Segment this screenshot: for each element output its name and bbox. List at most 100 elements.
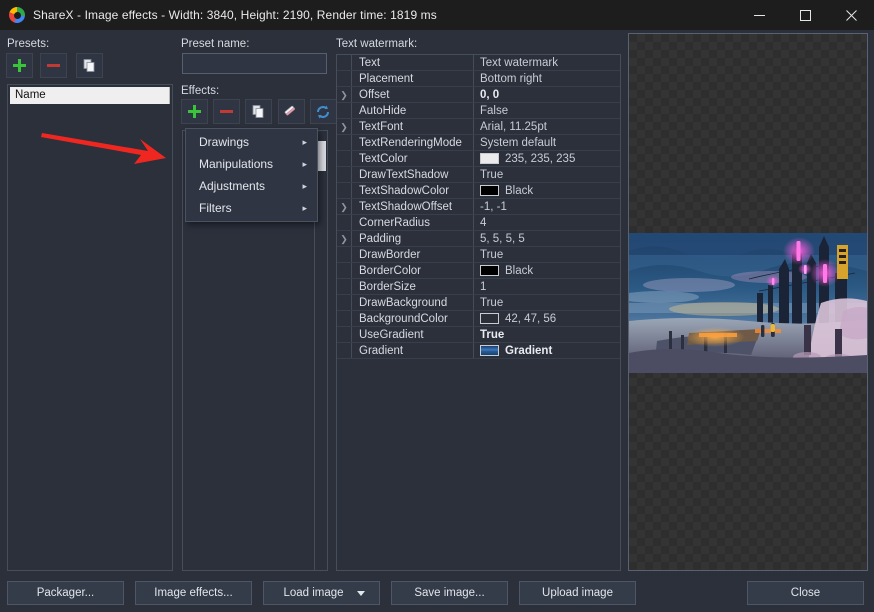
presets-label: Presets: (7, 38, 49, 50)
image-effects-button[interactable]: Image effects... (135, 581, 252, 605)
property-value: True (480, 295, 503, 310)
maximize-button[interactable] (782, 0, 828, 30)
property-row[interactable]: TextColor235, 235, 235 (337, 151, 620, 167)
effects-label: Effects: (181, 85, 219, 97)
presets-column-header-name[interactable]: Name (10, 87, 170, 104)
property-value-cell[interactable]: Bottom right (474, 71, 620, 86)
property-row[interactable]: ❯TextShadowOffset-1, -1 (337, 199, 620, 215)
property-row[interactable]: DrawBorderTrue (337, 247, 620, 263)
close-button-label: Close (791, 587, 820, 599)
property-value: 5, 5, 5, 5 (480, 231, 525, 246)
property-row[interactable]: CornerRadius4 (337, 215, 620, 231)
property-name: UseGradient (351, 327, 474, 342)
property-value-cell[interactable]: 1 (474, 279, 620, 294)
property-row[interactable]: UseGradientTrue (337, 327, 620, 343)
property-value: 42, 47, 56 (505, 311, 556, 326)
expand-chevron-icon[interactable]: ❯ (337, 119, 351, 134)
duplicate-effect-button[interactable] (245, 99, 272, 124)
menu-item-filters[interactable]: Filters ▸ (186, 197, 317, 219)
property-row[interactable]: ❯Padding5, 5, 5, 5 (337, 231, 620, 247)
color-swatch-icon[interactable] (480, 153, 499, 164)
property-row[interactable]: BorderSize1 (337, 279, 620, 295)
property-name: DrawBackground (351, 295, 474, 310)
chevron-down-icon[interactable] (357, 591, 365, 596)
property-grid[interactable]: TextText watermarkPlacementBottom right❯… (336, 54, 621, 571)
property-row[interactable]: PlacementBottom right (337, 71, 620, 87)
eraser-icon-button[interactable] (278, 99, 305, 124)
property-value: True (480, 247, 503, 262)
property-value-cell[interactable]: Black (474, 263, 620, 278)
property-value-cell[interactable]: True (474, 327, 620, 342)
color-swatch-icon[interactable] (480, 313, 499, 324)
minimize-button[interactable] (736, 0, 782, 30)
property-name: TextShadowOffset (351, 199, 474, 214)
add-effect-button[interactable] (181, 99, 208, 124)
remove-preset-button[interactable] (40, 53, 67, 78)
menu-item-drawings-label: Drawings (199, 131, 249, 153)
property-value-cell[interactable]: True (474, 247, 620, 262)
expand-chevron-icon[interactable]: ❯ (337, 199, 351, 214)
property-row[interactable]: TextText watermark (337, 55, 620, 71)
effects-toolbar (181, 99, 337, 124)
row-indent (337, 343, 351, 358)
save-image-button-label: Save image... (414, 587, 484, 599)
row-indent (337, 263, 351, 278)
property-value-cell[interactable]: 4 (474, 215, 620, 230)
color-swatch-icon[interactable] (480, 345, 499, 356)
property-row[interactable]: DrawTextShadowTrue (337, 167, 620, 183)
packager-button[interactable]: Packager... (7, 581, 124, 605)
property-value: True (480, 167, 503, 182)
menu-item-manipulations[interactable]: Manipulations ▸ (186, 153, 317, 175)
expand-chevron-icon[interactable]: ❯ (337, 231, 351, 246)
property-row[interactable]: ❯TextFontArial, 11.25pt (337, 119, 620, 135)
load-image-button[interactable]: Load image (263, 581, 380, 605)
property-value-cell[interactable]: False (474, 103, 620, 118)
property-value-cell[interactable]: Black (474, 183, 620, 198)
property-row[interactable]: BorderColorBlack (337, 263, 620, 279)
color-swatch-icon[interactable] (480, 185, 499, 196)
property-name: Text (351, 55, 474, 70)
row-indent (337, 183, 351, 198)
row-indent (337, 71, 351, 86)
color-swatch-icon[interactable] (480, 265, 499, 276)
refresh-effects-button[interactable] (310, 99, 337, 124)
property-value-cell[interactable]: Arial, 11.25pt (474, 119, 620, 134)
save-image-button[interactable]: Save image... (391, 581, 508, 605)
effects-context-menu[interactable]: Drawings ▸ Manipulations ▸ Adjustments ▸… (185, 128, 318, 222)
property-row[interactable]: AutoHideFalse (337, 103, 620, 119)
presets-listbox[interactable]: Name (7, 84, 173, 571)
preset-name-input[interactable] (182, 53, 327, 74)
property-value-cell[interactable]: 5, 5, 5, 5 (474, 231, 620, 246)
expand-chevron-icon[interactable]: ❯ (337, 87, 351, 102)
row-indent (337, 135, 351, 150)
upload-image-button[interactable]: Upload image (519, 581, 636, 605)
property-row[interactable]: TextShadowColorBlack (337, 183, 620, 199)
property-value-cell[interactable]: True (474, 295, 620, 310)
close-icon-button[interactable] (828, 0, 874, 30)
property-value-cell[interactable]: 0, 0 (474, 87, 620, 102)
property-row[interactable]: BackgroundColor42, 47, 56 (337, 311, 620, 327)
property-row[interactable]: DrawBackground True (337, 295, 620, 311)
duplicate-preset-button[interactable] (76, 53, 103, 78)
property-value-cell[interactable]: Gradient (474, 343, 620, 358)
menu-item-adjustments[interactable]: Adjustments ▸ (186, 175, 317, 197)
property-value-cell[interactable]: 42, 47, 56 (474, 311, 620, 326)
property-value-cell[interactable]: System default (474, 135, 620, 150)
property-name: Gradient (351, 343, 474, 358)
property-row[interactable]: Gradient Gradient (337, 343, 620, 359)
property-value-cell[interactable]: 235, 235, 235 (474, 151, 620, 166)
add-preset-button[interactable] (6, 53, 33, 78)
row-indent (337, 167, 351, 182)
remove-effect-button[interactable] (213, 99, 240, 124)
property-value-cell[interactable]: Text watermark (474, 55, 620, 70)
property-value: False (480, 103, 508, 118)
property-value-cell[interactable]: -1, -1 (474, 199, 620, 214)
property-row[interactable]: TextRenderingModeSystem default (337, 135, 620, 151)
presets-toolbar (6, 53, 103, 78)
menu-item-drawings[interactable]: Drawings ▸ (186, 131, 317, 153)
property-row[interactable]: ❯Offset0, 0 (337, 87, 620, 103)
close-button[interactable]: Close (747, 581, 864, 605)
property-value-cell[interactable]: True (474, 167, 620, 182)
property-value: Gradient (505, 343, 552, 358)
image-preview[interactable] (628, 33, 868, 571)
